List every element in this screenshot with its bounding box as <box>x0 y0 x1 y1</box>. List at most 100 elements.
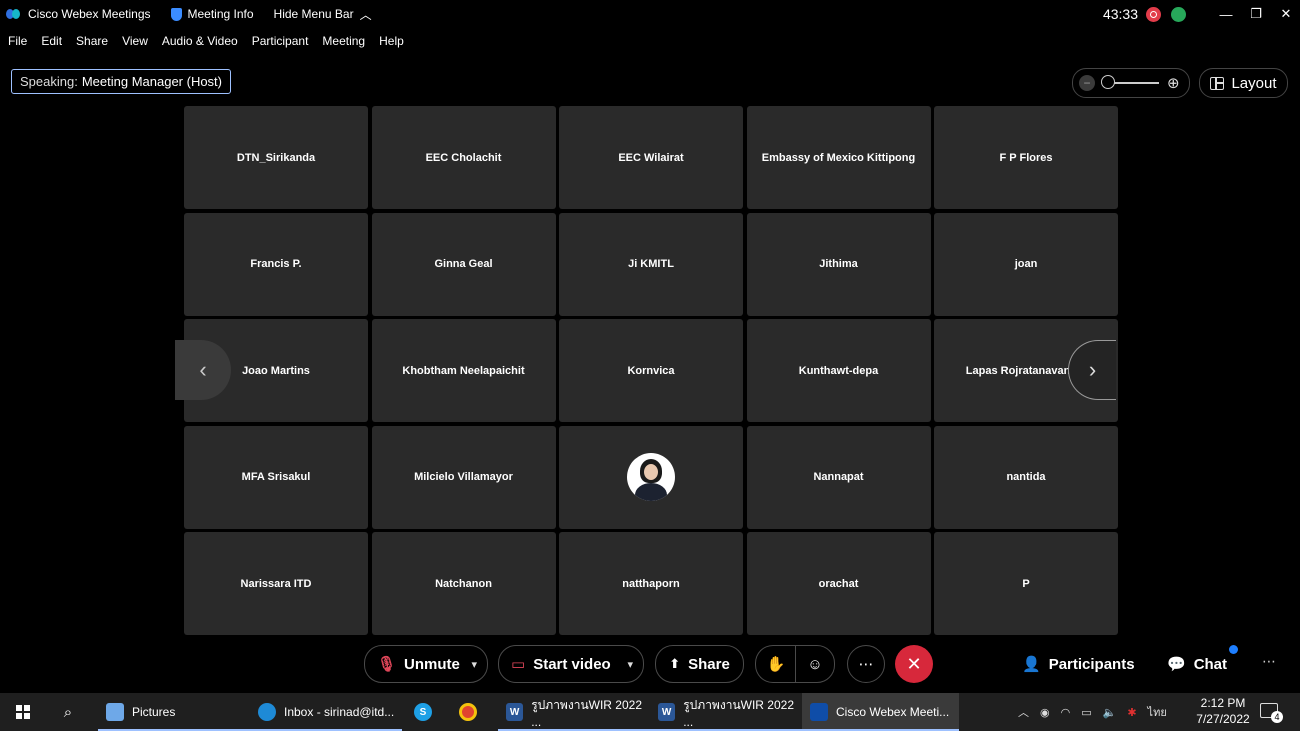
taskbar-app-skype[interactable]: S <box>414 693 438 731</box>
layout-label: Layout <box>1231 74 1277 92</box>
chevron-right-icon: › <box>1088 357 1097 382</box>
recording-icon[interactable] <box>1146 6 1161 22</box>
participant-tile[interactable]: Ginna Geal <box>371 212 556 316</box>
participant-tile[interactable]: P <box>934 532 1118 635</box>
participant-tile[interactable]: Kunthawt-depa <box>746 319 931 422</box>
hand-icon: ✋ <box>766 656 786 673</box>
share-button[interactable]: ⬆ Share <box>655 645 744 683</box>
folder-icon <box>106 703 124 721</box>
participant-name: Ginna Geal <box>434 258 493 270</box>
zoom-in-icon[interactable]: ⊕ <box>1167 74 1180 92</box>
taskbar-app-edge[interactable]: Inbox - sirinad@itd... <box>250 693 402 731</box>
menu-file[interactable]: File <box>0 34 34 48</box>
app-tray-icon[interactable]: ✱ <box>1127 706 1136 719</box>
taskbar-app-webex[interactable]: Cisco Webex Meeti... <box>802 693 959 731</box>
raise-hand-button[interactable]: ✋ <box>755 645 796 683</box>
participant-tile[interactable]: EEC Wilairat <box>559 106 743 209</box>
participants-label: Participants <box>1048 655 1135 673</box>
menu-view[interactable]: View <box>115 34 155 48</box>
leave-meeting-button[interactable]: ✕ <box>895 645 933 683</box>
camera-icon[interactable]: ◉ <box>1040 706 1050 719</box>
language-indicator[interactable]: ไทย <box>1148 703 1167 721</box>
taskbar-clock[interactable]: 2:12 PM 7/27/2022 <box>1190 695 1256 727</box>
participant-tile[interactable]: Kornvica <box>559 319 743 422</box>
network-status-icon[interactable] <box>1171 6 1186 22</box>
menu-bar: File Edit Share View Audio & Video Parti… <box>0 31 411 51</box>
participant-tile[interactable]: MFA Srisakul <box>184 425 368 529</box>
taskbar-app-chrome[interactable] <box>459 693 483 731</box>
taskbar-app-pictures[interactable]: Pictures <box>98 693 250 731</box>
participant-tile[interactable]: Milcielo Villamayor <box>371 425 556 529</box>
participant-tile-with-avatar[interactable] <box>559 425 743 529</box>
participant-tile[interactable]: Narissara ITD <box>184 532 368 635</box>
participant-tile[interactable]: Jithima <box>746 212 931 316</box>
participant-tile[interactable]: joan <box>934 212 1118 316</box>
chat-button[interactable]: 💬 Chat <box>1167 645 1227 683</box>
taskbar-app-word-1[interactable]: W รูปภาพงานWIR 2022 ... <box>498 693 650 731</box>
webex-logo-icon <box>6 7 22 21</box>
windows-logo-icon <box>16 705 30 719</box>
participant-tile[interactable]: EEC Cholachit <box>371 106 556 209</box>
person-icon: 👤 <box>1022 656 1041 673</box>
participant-tile[interactable]: Nannapat <box>746 425 931 529</box>
panel-more-icon[interactable]: ⋯ <box>1262 653 1276 670</box>
battery-icon[interactable]: ▭ <box>1081 706 1091 719</box>
layout-button[interactable]: Layout <box>1199 68 1288 98</box>
reactions-button[interactable]: ☺ <box>795 645 835 683</box>
clock-date: 7/27/2022 <box>1196 712 1250 726</box>
participant-tile[interactable]: Natchanon <box>371 532 556 635</box>
start-video-button[interactable]: ▭ Start video ▾ <box>498 645 644 683</box>
menu-audio-video[interactable]: Audio & Video <box>155 34 245 48</box>
participant-tile[interactable]: Khobtham Neelapaichit <box>371 319 556 422</box>
menu-help[interactable]: Help <box>372 34 411 48</box>
participant-tile[interactable]: natthaporn <box>559 532 743 635</box>
participant-tile[interactable]: F P Flores <box>934 106 1118 209</box>
participant-tile[interactable]: nantida <box>934 425 1118 529</box>
zoom-control: − ⊕ <box>1072 68 1190 98</box>
participant-name: Joao Martins <box>242 364 310 377</box>
participant-tile[interactable]: DTN_Sirikanda <box>184 106 368 209</box>
more-options-button[interactable]: ⋯ <box>847 645 885 683</box>
meeting-controls: 🎙 Unmute ▾ ▭ Start video ▾ ⬆ Share ✋ ☺ ⋯… <box>0 645 1300 685</box>
minimize-button[interactable]: — <box>1212 0 1240 28</box>
participant-tile[interactable]: orachat <box>746 532 931 635</box>
chevron-left-icon: ‹ <box>199 357 207 382</box>
wifi-icon[interactable]: ◠ <box>1061 706 1071 719</box>
clock-time: 2:12 PM <box>1200 696 1246 710</box>
restore-button[interactable]: ❐ <box>1242 0 1270 28</box>
zoom-out-icon[interactable]: − <box>1079 75 1095 91</box>
meeting-info-label: Meeting Info <box>187 7 254 21</box>
tray-expand-icon[interactable]: ︿ <box>1018 704 1029 720</box>
participant-name: Natchanon <box>435 577 492 590</box>
menu-share[interactable]: Share <box>69 34 115 48</box>
meeting-info-button[interactable]: Meeting Info <box>161 0 264 28</box>
notification-icon[interactable]: 4 <box>1260 703 1283 723</box>
participant-tile[interactable]: Embassy of Mexico Kittipong <box>746 106 931 209</box>
zoom-slider[interactable] <box>1101 75 1159 89</box>
unmute-button[interactable]: 🎙 Unmute ▾ <box>364 645 488 683</box>
chat-unread-dot <box>1229 645 1238 654</box>
participant-name: Nannapat <box>813 471 864 483</box>
participant-name: DTN_Sirikanda <box>236 151 316 164</box>
start-button[interactable] <box>0 693 46 731</box>
video-off-icon: ▭ <box>511 656 526 673</box>
participant-tile[interactable]: Francis P. <box>184 212 368 316</box>
chrome-icon <box>459 703 477 721</box>
close-window-button[interactable]: ✕ <box>1272 0 1300 28</box>
audio-options-chevron-icon[interactable]: ▾ <box>471 658 477 671</box>
hide-menu-bar-button[interactable]: Hide Menu Bar ︿ <box>264 0 382 28</box>
smiley-icon: ☺ <box>807 655 823 673</box>
menu-participant[interactable]: Participant <box>245 34 316 48</box>
zoom-slider-knob[interactable] <box>1101 75 1115 89</box>
menu-edit[interactable]: Edit <box>34 34 69 48</box>
volume-icon[interactable]: 🔈 <box>1103 706 1117 719</box>
menu-meeting[interactable]: Meeting <box>315 34 372 48</box>
participants-button[interactable]: 👤 Participants <box>1022 645 1135 683</box>
hide-menu-bar-label: Hide Menu Bar <box>273 7 354 21</box>
taskbar-app-word-2[interactable]: W รูปภาพงานWIR 2022 ... <box>650 693 802 731</box>
search-icon[interactable]: ⌕ <box>46 704 90 721</box>
participant-tile[interactable]: Ji KMITL <box>559 212 743 316</box>
participant-name: EEC Wilairat <box>618 151 684 164</box>
participant-name: orachat <box>818 577 859 590</box>
video-options-chevron-icon[interactable]: ▾ <box>627 658 633 671</box>
